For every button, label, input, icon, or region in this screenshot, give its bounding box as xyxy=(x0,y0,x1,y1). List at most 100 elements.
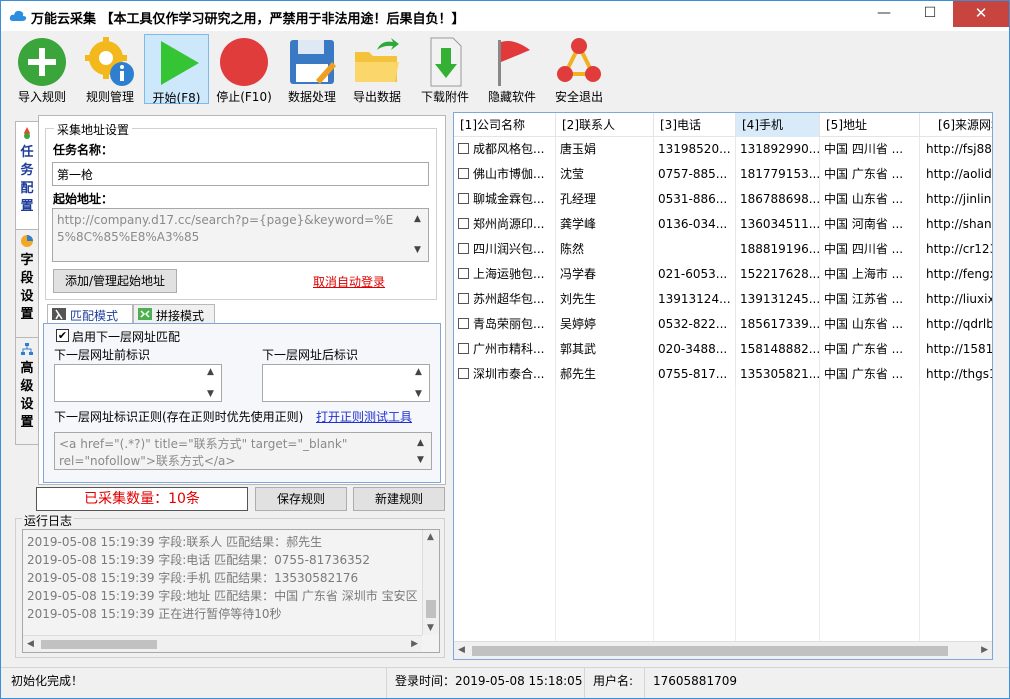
column-header[interactable]: [5]地址 xyxy=(820,113,920,137)
row-checkbox[interactable] xyxy=(458,143,469,154)
download-attachment-button[interactable]: 下载附件 xyxy=(413,34,477,104)
tab-field-settings[interactable]: 字段设置 xyxy=(15,229,39,339)
table-cell-text: 冯学春 xyxy=(560,267,597,281)
table-cell-text: 中国 上海市 ... xyxy=(824,267,904,281)
table-cell: 135305821... xyxy=(736,362,820,387)
column-header[interactable]: [2]联系人 xyxy=(556,113,654,137)
app-window: 万能云采集 【本工具仅作学习研究之用，严禁用于非法用途！后果自负！】 — ☐ ✕… xyxy=(0,0,1010,699)
table-cell: 青岛荣丽包... xyxy=(454,312,556,337)
row-checkbox[interactable] xyxy=(458,368,469,379)
table-cell-text: 佛山市博伽... xyxy=(473,167,545,181)
table-cell-text: 139131245... xyxy=(740,292,820,306)
stop-button[interactable]: 停止(F10) xyxy=(211,34,277,104)
table-cell-text: 郑州尚源印... xyxy=(473,217,545,231)
table-cell xyxy=(654,237,736,262)
table-cell: 刘先生 xyxy=(556,287,654,312)
table-row[interactable]: 郑州尚源印... 龚学峰 0136-034... 136034511... 中国 河南省… xyxy=(454,212,992,237)
table-cell-text: 中国 山东省 ... xyxy=(824,317,904,331)
column-header[interactable]: [1]公司名称 xyxy=(454,113,556,137)
add-start-url-button[interactable]: 添加/管理起始地址 xyxy=(53,269,177,293)
row-checkbox[interactable] xyxy=(458,343,469,354)
table-horizontal-scrollbar[interactable]: ◀ ▶ xyxy=(454,641,992,659)
suffix-scroll[interactable]: ▲ ▼ xyxy=(415,367,425,399)
suffix-input[interactable]: ▲ ▼ xyxy=(262,364,430,402)
table-row[interactable]: 聊城金霖包... 孔经理 0531-886... 186788698... 中国 山东省… xyxy=(454,187,992,212)
table-cell-text: 上海运驰包... xyxy=(473,267,545,281)
close-button[interactable]: ✕ xyxy=(953,1,1009,27)
enable-next-level-checkbox[interactable]: ✔ xyxy=(56,329,69,342)
row-checkbox[interactable] xyxy=(458,268,469,279)
table-hscroll-thumb[interactable] xyxy=(472,646,948,656)
table-cell: 0757-885... xyxy=(654,162,736,187)
collect-url-group-title: 采集地址设置 xyxy=(54,121,133,138)
task-config-icon xyxy=(24,127,30,139)
run-log-textarea[interactable]: 2019-05-08 15:19:39 字段:联系人 匹配结果：郝先生 2019… xyxy=(22,529,440,653)
table-cell-text: 0136-034... xyxy=(658,217,728,231)
task-name-label: 任务名称： xyxy=(53,143,114,157)
prefix-scroll[interactable]: ▲ ▼ xyxy=(207,367,217,399)
table-row[interactable]: 成都风格包... 唐玉娟 13198520... 131892990... 中国 四川省… xyxy=(454,137,992,162)
new-rule-button[interactable]: 新建规则 xyxy=(353,487,445,511)
tab-concat-mode[interactable]: 拼接模式 xyxy=(133,304,215,324)
prefix-label: 下一层网址前标识 xyxy=(54,348,151,362)
row-checkbox[interactable] xyxy=(458,218,469,229)
row-checkbox[interactable] xyxy=(458,193,469,204)
regex-test-tool-link[interactable]: 打开正则测试工具 xyxy=(316,408,412,425)
rule-manage-button[interactable]: 规则管理 xyxy=(77,34,143,104)
import-rule-button[interactable]: 导入规则 xyxy=(7,34,77,104)
start-url-text: http://company.d17.cc/search?p={page}&ke… xyxy=(57,213,394,244)
column-header[interactable]: [3]电话 xyxy=(654,113,736,137)
export-data-button[interactable]: 导出数据 xyxy=(345,34,409,104)
regex-textarea[interactable]: <a href="(.*?)" title="联系方式" target="_bl… xyxy=(54,432,432,470)
task-name-input[interactable]: 第一枪 xyxy=(52,162,429,186)
save-rule-button[interactable]: 保存规则 xyxy=(255,487,347,511)
row-checkbox[interactable] xyxy=(458,318,469,329)
table-cell: 深圳市泰合... xyxy=(454,362,556,387)
table-cell-text: 中国 山东省 ... xyxy=(824,192,904,206)
table-cell: http://shang xyxy=(920,212,992,237)
table-cell: 郭其武 xyxy=(556,337,654,362)
table-row[interactable]: 深圳市泰合... 郝先生 0755-817... 135305821... 中国 广东省… xyxy=(454,362,992,387)
table-row[interactable]: 佛山市博伽... 沈莹 0757-885... 181779153... 中国 广东省 … xyxy=(454,162,992,187)
table-cell: http://fsj888 xyxy=(920,137,992,162)
table-cell-text: 苏州超华包... xyxy=(473,292,545,306)
start-button[interactable]: 开始(F8) xyxy=(144,34,209,105)
start-url-textarea[interactable]: http://company.d17.cc/search?p={page}&ke… xyxy=(52,208,429,262)
table-cell: http://jinlinb xyxy=(920,187,992,212)
cancel-auto-login-link[interactable]: 取消自动登录 xyxy=(313,273,385,290)
tab-advanced-settings[interactable]: 高级设置 xyxy=(15,337,39,445)
hide-software-button[interactable]: 隐藏软件 xyxy=(479,34,545,104)
table-row[interactable]: 青岛荣丽包... 吴婷婷 0532-822... 185617339... 中国 山东省… xyxy=(454,312,992,337)
data-process-button[interactable]: 数据处理 xyxy=(279,34,345,104)
row-checkbox[interactable] xyxy=(458,168,469,179)
regex-label: 下一层网址标识正则(存在正则时优先使用正则) xyxy=(54,410,304,424)
prefix-input[interactable]: ▲ ▼ xyxy=(54,364,222,402)
row-checkbox[interactable] xyxy=(458,293,469,304)
table-row[interactable]: 苏州超华包... 刘先生 13913124... 139131245... 中国 江苏省… xyxy=(454,287,992,312)
table-cell-text: 吴婷婷 xyxy=(560,317,597,331)
maximize-button[interactable]: ☐ xyxy=(907,1,953,27)
log-horizontal-scrollbar[interactable]: ◀ ▶ xyxy=(23,635,422,652)
log-vertical-scrollbar[interactable]: ▲ ▼ xyxy=(422,530,439,635)
collected-count: 已采集数量：10条 xyxy=(36,487,248,511)
column-header[interactable]: [6]来源网址 xyxy=(920,113,992,137)
minimize-button[interactable]: — xyxy=(861,1,907,27)
table-cell-text: http://aolid xyxy=(926,167,992,181)
table-row[interactable]: 四川润兴包... 陈然 188819196... 中国 四川省 ... http://c… xyxy=(454,237,992,262)
table-cell: 188819196... xyxy=(736,237,820,262)
table-cell-text: 聊城金霖包... xyxy=(473,192,545,206)
column-header[interactable]: [4]手机 xyxy=(736,113,820,137)
row-checkbox[interactable] xyxy=(458,243,469,254)
log-line: 2019-05-08 15:19:39 字段:电话 匹配结果：0755-8173… xyxy=(27,553,371,567)
start-url-scroll[interactable]: ▲ ▼ xyxy=(414,211,424,259)
table-cell-text: 020-3488... xyxy=(658,342,728,356)
log-hscroll-thumb[interactable] xyxy=(41,640,157,649)
regex-scroll[interactable]: ▲ ▼ xyxy=(417,435,427,467)
table-row[interactable]: 广州市精科... 郭其武 020-3488... 158148882... 中国 广东省… xyxy=(454,337,992,362)
log-vscroll-thumb[interactable] xyxy=(426,600,436,618)
tab-match-mode[interactable]: 匹配模式 xyxy=(47,304,133,324)
tab-task-config[interactable]: 任务配置 xyxy=(15,121,39,231)
safe-exit-button[interactable]: 安全退出 xyxy=(546,34,612,104)
table-row[interactable]: 上海运驰包... 冯学春 021-6053... 152217628... 中国 上海市… xyxy=(454,262,992,287)
table-cell-text: 188819196... xyxy=(740,242,820,256)
